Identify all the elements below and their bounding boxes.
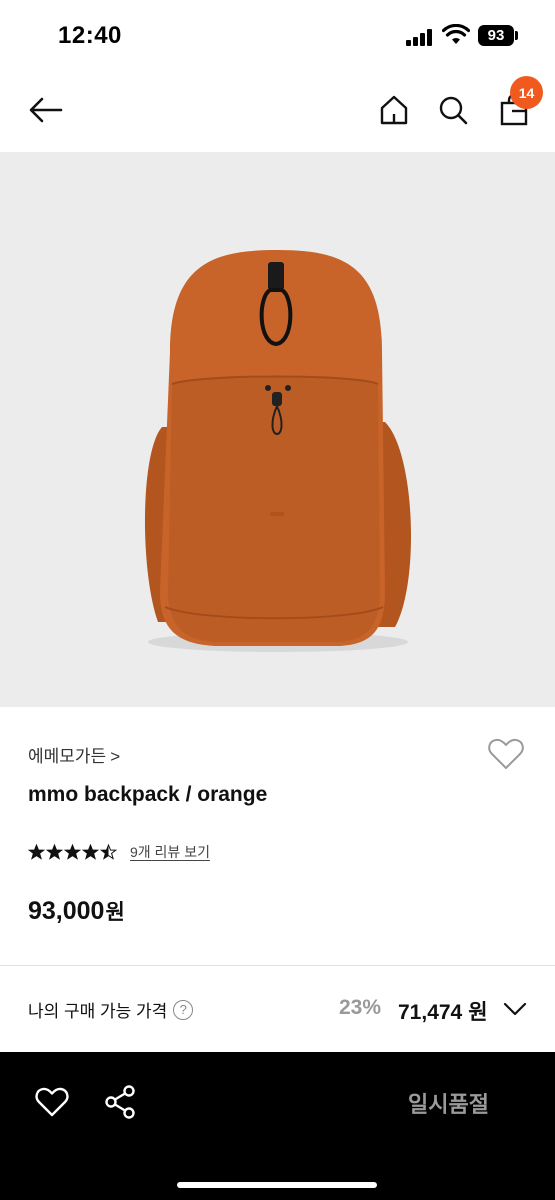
status-bar: 12:40 93 bbox=[0, 0, 555, 70]
cellular-signal-icon bbox=[406, 28, 434, 46]
chevron-right-icon: > bbox=[110, 747, 121, 766]
battery-level: 93 bbox=[487, 27, 505, 44]
star-icon bbox=[64, 844, 81, 860]
search-icon bbox=[439, 96, 468, 125]
price-unit: 원 bbox=[105, 901, 125, 924]
search-button[interactable] bbox=[433, 90, 473, 130]
soldout-button[interactable]: 일시품절 bbox=[408, 1087, 489, 1119]
product-price: 93,000원 bbox=[28, 896, 125, 926]
cart-count-badge: 14 bbox=[510, 76, 543, 109]
brand-link[interactable]: 에메모가든 > bbox=[28, 742, 120, 767]
status-time: 12:40 bbox=[58, 22, 122, 49]
chevron-down-icon[interactable] bbox=[502, 998, 528, 1020]
brand-name: 에메모가든 bbox=[28, 747, 107, 766]
review-link[interactable]: 9개 리뷰 보기 bbox=[130, 842, 210, 862]
back-button[interactable] bbox=[26, 90, 66, 130]
my-price-row[interactable]: 나의 구매 가능 가격 ? 23% 71,474 원 bbox=[0, 966, 555, 1052]
my-price-value-group: 71,474 원 bbox=[398, 996, 488, 1026]
my-price-label-group: 나의 구매 가능 가격 ? bbox=[28, 997, 194, 1022]
discount-rate: 23% bbox=[339, 996, 382, 1019]
bottom-action-bar: 일시품절 bbox=[0, 1052, 555, 1200]
product-name: mmo backpack / orange bbox=[28, 783, 268, 806]
wishlist-heart-icon[interactable] bbox=[486, 734, 526, 774]
product-image[interactable] bbox=[0, 152, 555, 707]
home-indicator bbox=[177, 1182, 377, 1188]
share-icon[interactable] bbox=[102, 1084, 138, 1120]
star-icon bbox=[100, 844, 117, 860]
top-navigation bbox=[0, 70, 555, 152]
star-icon bbox=[46, 844, 63, 860]
help-icon[interactable]: ? bbox=[173, 999, 194, 1020]
my-price-unit: 원 bbox=[468, 1001, 488, 1024]
arrow-left-icon bbox=[29, 97, 63, 123]
home-icon bbox=[380, 95, 408, 125]
heart-icon[interactable] bbox=[34, 1084, 70, 1120]
price-value: 93,000 bbox=[28, 897, 105, 925]
my-price-value: 71,474 bbox=[398, 1001, 463, 1024]
star-icon bbox=[28, 844, 45, 860]
my-price-label: 나의 구매 가능 가격 bbox=[28, 1002, 168, 1021]
star-icon bbox=[82, 844, 99, 860]
rating-stars bbox=[28, 844, 118, 860]
wifi-icon bbox=[442, 24, 470, 44]
home-button[interactable] bbox=[374, 90, 414, 130]
battery-tip bbox=[515, 31, 518, 40]
orange-backpack-image bbox=[144, 250, 412, 652]
battery-indicator: 93 bbox=[478, 25, 514, 46]
rating-row: 9개 리뷰 보기 bbox=[28, 840, 210, 864]
